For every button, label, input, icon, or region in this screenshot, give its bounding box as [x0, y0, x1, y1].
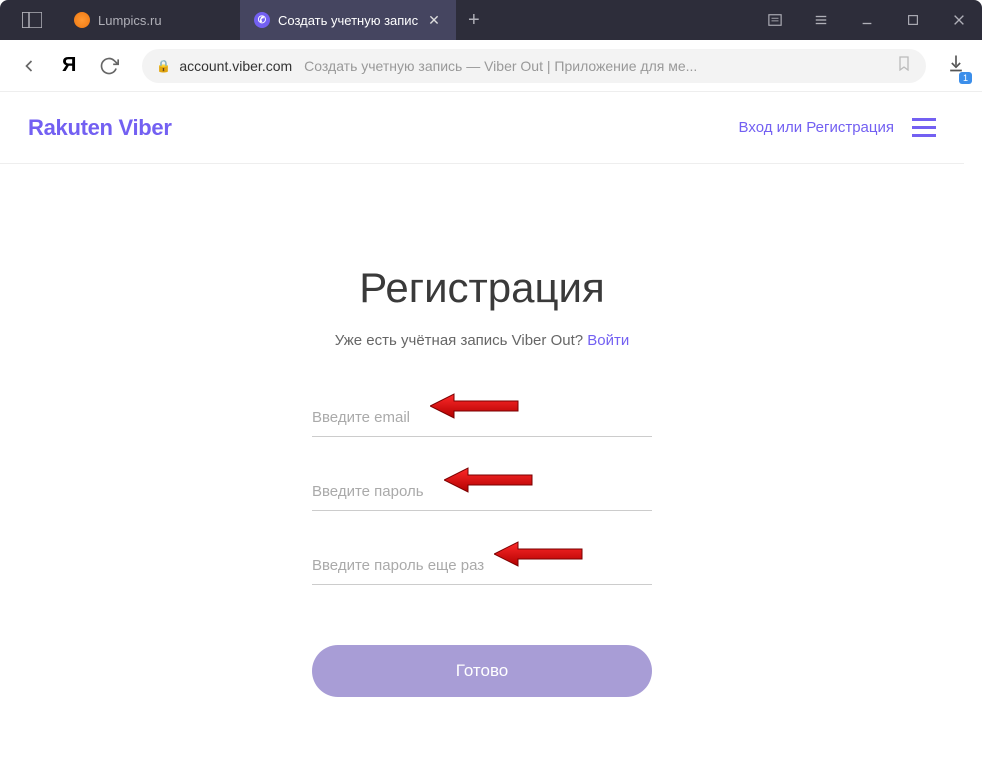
email-field-wrap: [312, 399, 652, 437]
tab-title: Создать учетную запис: [278, 13, 418, 28]
header-right: Вход или Регистрация: [739, 118, 936, 137]
maximize-button[interactable]: [890, 0, 936, 40]
site-header: Rakuten Viber Вход или Регистрация: [0, 92, 964, 164]
reader-mode-button[interactable]: [752, 0, 798, 40]
tab-viber[interactable]: ✆ Создать учетную запис ✕: [240, 0, 456, 40]
hamburger-menu[interactable]: [912, 118, 936, 137]
password-confirm-field[interactable]: [312, 547, 652, 585]
toolbar: Я 🔒 account.viber.com Создать учетную за…: [0, 40, 982, 92]
annotation-arrow-icon: [444, 465, 534, 495]
url-title: Создать учетную запись — Viber Out | При…: [304, 58, 697, 74]
reload-button[interactable]: [92, 49, 126, 83]
password-confirm-field-wrap: [312, 547, 652, 585]
tab-title: Lumpics.ru: [98, 13, 162, 28]
address-bar[interactable]: 🔒 account.viber.com Создать учетную запи…: [142, 49, 926, 83]
subtitle-text: Уже есть учётная запись Viber Out?: [335, 332, 588, 349]
password-field-wrap: [312, 473, 652, 511]
annotation-arrow-icon: [494, 539, 584, 569]
menu-button[interactable]: [798, 0, 844, 40]
tab-lumpics[interactable]: Lumpics.ru: [60, 0, 240, 40]
annotation-arrow-icon: [430, 391, 520, 421]
page-scroll[interactable]: Rakuten Viber Вход или Регистрация Регис…: [0, 92, 982, 766]
close-window-button[interactable]: [936, 0, 982, 40]
page-title: Регистрация: [312, 264, 652, 312]
minimize-button[interactable]: [844, 0, 890, 40]
titlebar: Lumpics.ru ✆ Создать учетную запис ✕ +: [0, 0, 982, 40]
download-badge: 1: [959, 72, 972, 84]
tab-close-button[interactable]: ✕: [426, 10, 442, 31]
panels-button[interactable]: [16, 8, 48, 32]
page-content: Rakuten Viber Вход или Регистрация Регис…: [0, 92, 982, 766]
login-register-link[interactable]: Вход или Регистрация: [739, 119, 894, 136]
new-tab-button[interactable]: +: [456, 0, 492, 40]
registration-form: Регистрация Уже есть учётная запись Vibe…: [272, 164, 692, 737]
back-button[interactable]: [12, 49, 46, 83]
browser-window: Lumpics.ru ✆ Создать учетную запис ✕ +: [0, 0, 982, 766]
yandex-logo[interactable]: Я: [56, 54, 82, 77]
lock-icon: 🔒: [156, 59, 171, 73]
bookmark-icon[interactable]: [896, 55, 912, 76]
window-controls: [752, 0, 982, 40]
url-domain: account.viber.com: [179, 58, 292, 74]
submit-button[interactable]: Готово: [312, 645, 652, 697]
favicon-lumpics-icon: [74, 12, 90, 28]
login-link[interactable]: Войти: [587, 332, 629, 349]
subtitle: Уже есть учётная запись Viber Out? Войти: [312, 332, 652, 349]
rakuten-viber-logo[interactable]: Rakuten Viber: [28, 115, 172, 141]
downloads-button[interactable]: 1: [942, 49, 970, 82]
favicon-viber-icon: ✆: [254, 12, 270, 28]
tabs: Lumpics.ru ✆ Создать учетную запис ✕ +: [60, 0, 492, 40]
